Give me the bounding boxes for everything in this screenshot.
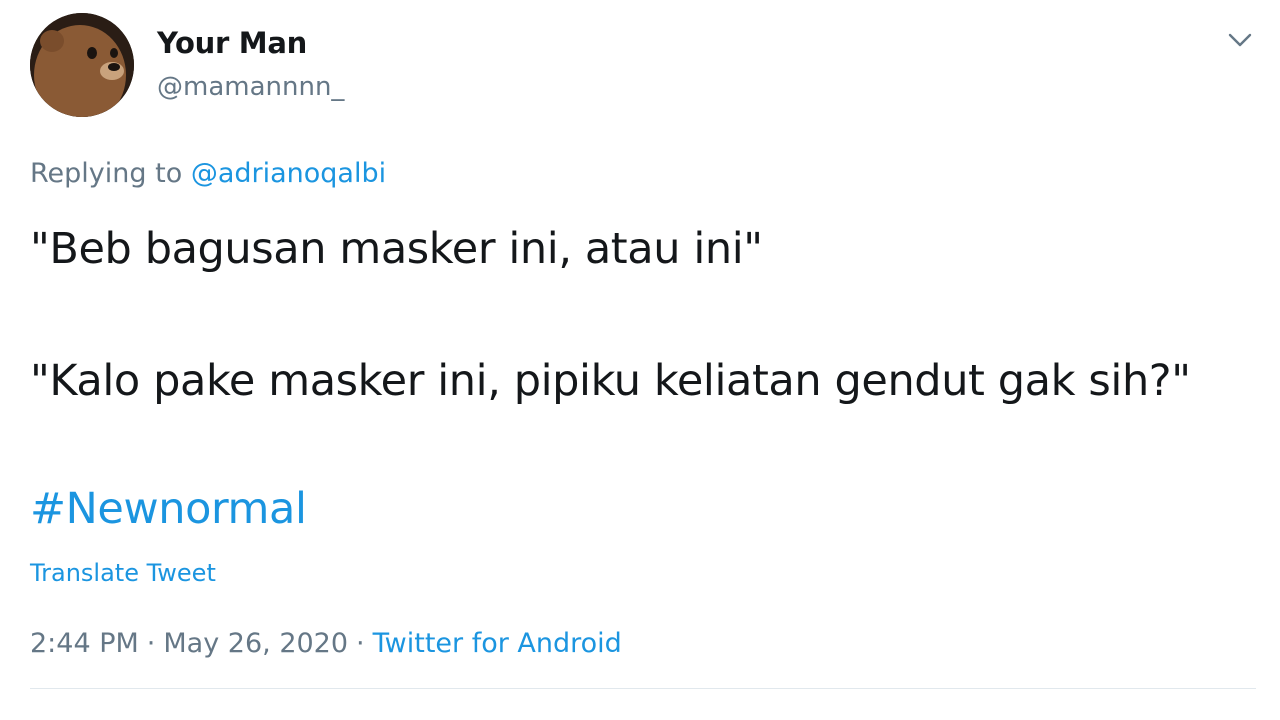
replying-to-label: Replying to	[30, 158, 183, 189]
hashtag-link[interactable]: #Newnormal	[30, 484, 307, 534]
tweet-text-line: "Kalo pake masker ini, pipiku keliatan g…	[30, 356, 1191, 406]
reply-mention-link[interactable]: @adrianoqalbi	[191, 158, 386, 189]
tweet-source-link[interactable]: Twitter for Android	[373, 628, 622, 659]
tweet-text-line: "Beb bagusan masker ini, atau ini"	[30, 224, 763, 274]
tweet-time[interactable]: 2:44 PM	[30, 628, 139, 659]
tweet-card: Your Man @mamannnn_ Replying to @adriano…	[0, 0, 1280, 720]
tweet-meta: 2:44 PM · May 26, 2020 · Twitter for Android	[30, 628, 622, 659]
meta-separator: ·	[356, 628, 365, 659]
author-handle[interactable]: @mamannnn_	[157, 72, 344, 102]
bear-avatar-icon	[30, 13, 134, 117]
avatar[interactable]	[30, 13, 134, 117]
translate-tweet-link[interactable]: Translate Tweet	[30, 559, 216, 587]
divider	[30, 688, 1256, 689]
chevron-down-icon	[1228, 33, 1252, 47]
tweet-date[interactable]: May 26, 2020	[163, 628, 348, 659]
tweet-menu-button[interactable]	[1224, 24, 1256, 56]
replying-to: Replying to @adrianoqalbi	[30, 158, 386, 189]
author-name[interactable]: Your Man	[157, 26, 307, 60]
meta-separator: ·	[146, 628, 156, 659]
